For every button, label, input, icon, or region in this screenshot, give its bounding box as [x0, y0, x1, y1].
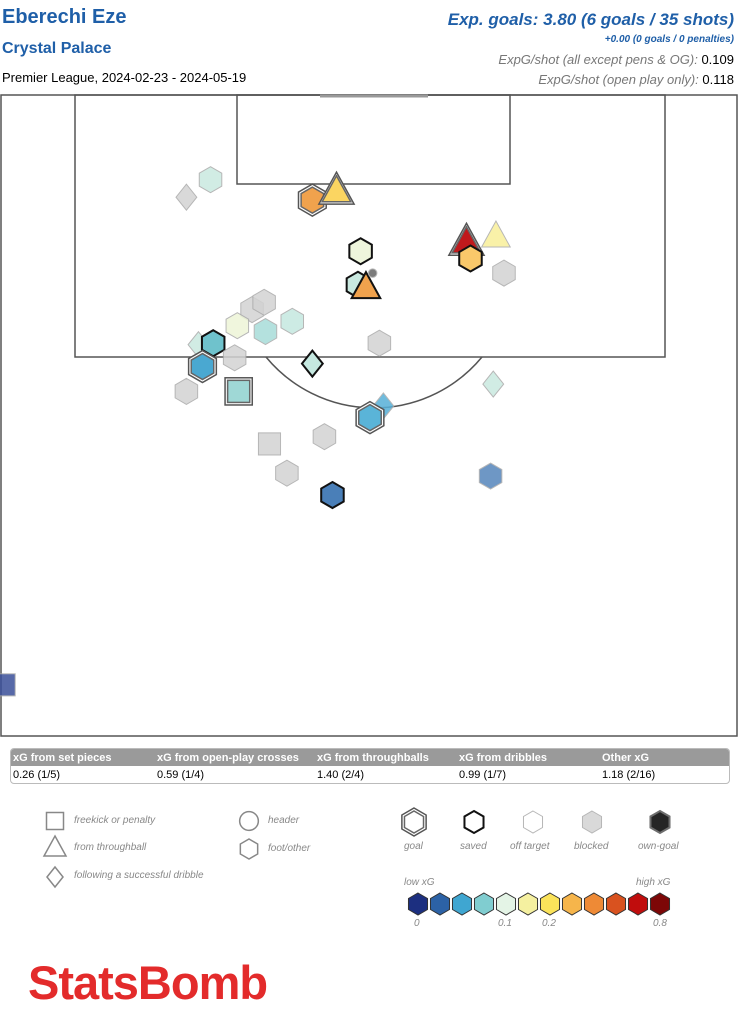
legend-label-off-target: off target	[510, 841, 550, 852]
table-cell: 0.99 (1/7)	[459, 768, 507, 781]
xg-scale-swatch	[561, 892, 583, 916]
legend-label-blocked: blocked	[574, 841, 609, 852]
shot-hexagon-saved	[458, 244, 483, 273]
legend-off_target-icon	[522, 810, 544, 834]
legend-label-saved: saved	[460, 841, 487, 852]
legend-blocked-icon	[581, 810, 603, 834]
scale-tick: 0.2	[542, 918, 556, 929]
legend-hexagon-icon	[239, 838, 259, 860]
xg-scale-swatch	[407, 892, 429, 916]
team-name: Crystal Palace	[2, 40, 112, 57]
xg-scale-swatch	[495, 892, 517, 916]
shot-hexagon-off_target	[253, 317, 278, 346]
shot-hexagon-blocked	[222, 344, 247, 372]
legend-label-dribble: following a successful dribble	[74, 870, 204, 881]
xg-open-play-label: ExpG/shot (open play only):	[538, 72, 699, 87]
shot-hexagon-blocked	[312, 423, 337, 451]
statsbomb-logo: StatsBomb	[28, 956, 268, 1009]
xg-scale-swatch	[473, 892, 495, 916]
table-header: xG from open-play crosses	[157, 751, 299, 764]
legend-low-xg: low xG	[404, 877, 435, 888]
table-header-row: xG from set pieces xG from open-play cro…	[11, 749, 729, 766]
xg-scale-swatch	[583, 892, 605, 916]
xg-summary-table: xG from set pieces xG from open-play cro…	[10, 748, 730, 784]
legend-own_goal-icon	[649, 809, 671, 835]
penalty-box	[74, 94, 666, 358]
shot-hexagon-off_target	[478, 462, 503, 490]
player-name: Eberechi Eze	[2, 6, 127, 28]
shot-hexagon-saved	[320, 480, 345, 510]
legend-label-freekick: freekick or penalty	[74, 815, 156, 826]
table-header: Other xG	[602, 751, 650, 764]
shot-hexagon-off_target	[198, 166, 223, 194]
legend-circle-icon	[238, 810, 260, 832]
shot-map-pitch	[0, 94, 738, 737]
legend-label-goal: goal	[404, 841, 423, 852]
shot-diamond-blocked	[175, 183, 198, 212]
six-yard-box	[236, 94, 511, 185]
shot-hexagon-blocked	[492, 259, 516, 287]
scale-tick: 0.1	[498, 918, 512, 929]
shot-square-off_target	[0, 673, 16, 697]
shot-hexagon-saved	[348, 237, 373, 266]
table-cell: 0.59 (1/4)	[157, 768, 205, 781]
shot-diamond-saved	[300, 349, 325, 379]
legend-goal-icon	[401, 807, 427, 837]
shot-triangle-goal	[317, 170, 356, 205]
legend-label-own-goal: own-goal	[638, 841, 679, 852]
xg-per-shot-value: 0.109	[701, 52, 734, 67]
shot-hexagon-goal	[187, 349, 218, 384]
shot-hexagon-blocked	[367, 329, 392, 357]
shot-hexagon-blocked	[174, 377, 199, 405]
legend-triangle-icon	[42, 834, 68, 857]
xg-scale-swatch	[649, 892, 671, 916]
xg-scale-swatch	[429, 892, 451, 916]
xg-scale-swatch	[539, 892, 561, 916]
table-header: xG from throughballs	[317, 751, 429, 764]
expected-goals-total: Exp. goals: 3.80 (6 goals / 35 shots)	[447, 10, 734, 29]
xg-scale-swatch	[627, 892, 649, 916]
scale-tick: 0.8	[653, 918, 667, 929]
legend-diamond-icon	[46, 865, 64, 889]
xg-scale-swatch	[451, 892, 473, 916]
xg-scale-swatch	[605, 892, 627, 916]
table-cell: 1.18 (2/16)	[602, 768, 656, 781]
scale-tick: 0	[414, 918, 420, 929]
shots-layer	[0, 166, 516, 697]
legend-high-xg: high xG	[636, 877, 671, 888]
xg-scale-swatch	[517, 892, 539, 916]
penalty-xg: +0.00 (0 goals / 0 penalties)	[604, 34, 734, 45]
table-cell: 1.40 (2/4)	[317, 768, 365, 781]
table-row: 0.26 (1/5) 0.59 (1/4) 1.40 (2/4) 0.99 (1…	[11, 766, 729, 783]
xg-per-shot-label: ExpG/shot (all except pens & OG):	[498, 52, 698, 67]
table-header: xG from dribbles	[459, 751, 548, 764]
table-cell: 0.26 (1/5)	[13, 768, 61, 781]
shot-hexagon-blocked	[275, 459, 299, 487]
xg-per-shot: ExpG/shot (all except pens & OG): 0.109	[498, 52, 734, 67]
xg-open-play-value: 0.118	[702, 72, 734, 87]
xg-open-play: ExpG/shot (open play only): 0.118	[538, 72, 734, 87]
shot-square-goal	[224, 377, 254, 406]
shot-diamond-off_target	[482, 370, 505, 398]
penalty-arc	[265, 356, 483, 409]
legend-label-foot: foot/other	[268, 843, 311, 854]
shot-hexagon-goal	[355, 400, 385, 435]
table-header: xG from set pieces	[13, 751, 112, 764]
legend-label-throughball: from throughball	[74, 842, 147, 853]
shot-circle-blocked	[367, 268, 378, 278]
legend-label-header: header	[268, 815, 300, 826]
shot-hexagon-off_target	[280, 307, 305, 335]
shot-triangle-off_target	[480, 219, 512, 248]
competition-dates: Premier League, 2024-02-23 - 2024-05-19	[2, 70, 247, 85]
shot-square-blocked	[257, 432, 282, 456]
legend-square-icon	[45, 811, 65, 831]
legend-saved-icon	[463, 809, 485, 835]
